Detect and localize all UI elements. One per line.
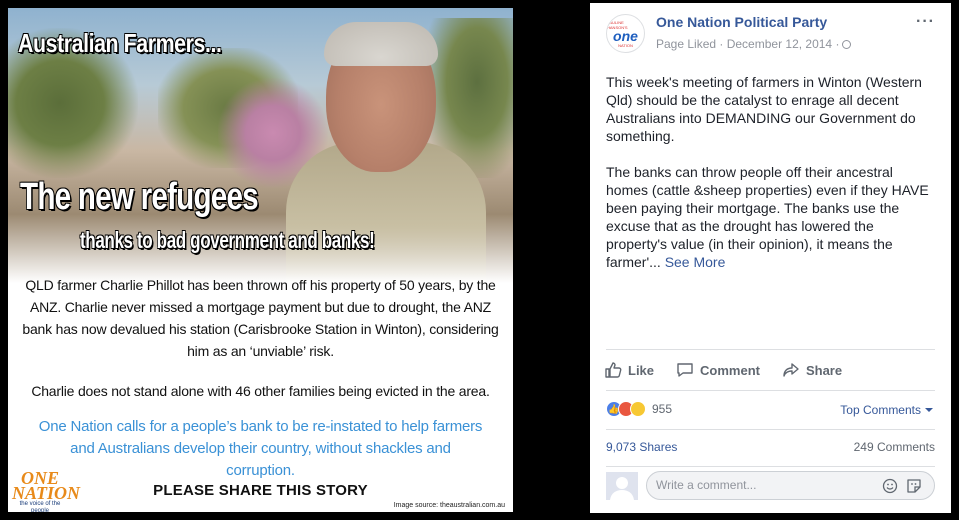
divider [606,349,935,350]
comment-bubble-icon [677,363,693,377]
thumbs-up-icon [605,362,622,378]
like-button[interactable]: Like [604,361,654,379]
image-source-credit: Image source: theaustralian.com.au [393,502,505,509]
divider [606,466,935,467]
image-body-paragraph: QLD farmer Charlie Phillot has been thro… [22,277,499,359]
comments-count-link[interactable]: 249 Comments [854,440,935,454]
post-panel: PAULINE HANSON'S one NATION One Nation P… [590,3,951,513]
image-headline-main: The new refugees [20,176,259,218]
emoji-icon[interactable] [882,478,898,494]
post-actions: Like Comment Share [604,361,864,379]
haha-reaction-icon [630,401,646,417]
post-text: This week's meeting of farmers in Winton… [606,73,936,289]
share-label: Share [805,362,843,378]
image-body-paragraph: Charlie does not stand alone with 46 oth… [31,383,490,399]
post-meta-text[interactable]: Page Liked · December 12, 2014 · [656,37,839,51]
page-name-link[interactable]: One Nation Political Party [656,14,827,30]
divider [606,390,935,391]
like-label: Like [628,362,655,378]
comment-button[interactable]: Comment [676,361,760,379]
post-paragraph: The banks can throw people off their anc… [606,164,929,270]
sticker-icon[interactable] [906,478,922,494]
share-arrow-icon [783,363,799,377]
image-call-to-action-paragraph: One Nation calls for a people’s bank to … [38,418,483,479]
globe-icon [842,40,852,49]
reaction-count: 955 [652,402,673,416]
see-more-link[interactable]: See More [665,254,726,270]
page-avatar[interactable]: PAULINE HANSON'S one NATION [606,14,645,53]
reactions-summary[interactable]: 👍 955 [606,401,672,417]
more-options-icon[interactable]: ··· [916,13,935,31]
image-headline-top: Australian Farmers... [18,28,222,58]
share-story-text: PLEASE SHARE THIS STORY [153,482,368,499]
comment-label: Comment [700,362,760,378]
caret-down-icon [925,408,933,412]
comment-input[interactable] [656,478,856,492]
post-paragraph: This week's meeting of farmers in Winton… [606,74,922,144]
divider [606,429,935,430]
post-meta: Page Liked · December 12, 2014 · [656,37,852,51]
image-headline-sub: thanks to bad government and banks! [80,227,375,253]
post-image[interactable]: Australian Farmers... The new refugees t… [8,8,513,512]
user-avatar-icon [606,472,638,500]
shares-count-link[interactable]: 9,073 Shares [606,440,677,454]
top-comments-dropdown[interactable]: Top Comments [840,403,933,417]
comment-box[interactable] [646,471,935,500]
share-button[interactable]: Share [782,361,842,379]
